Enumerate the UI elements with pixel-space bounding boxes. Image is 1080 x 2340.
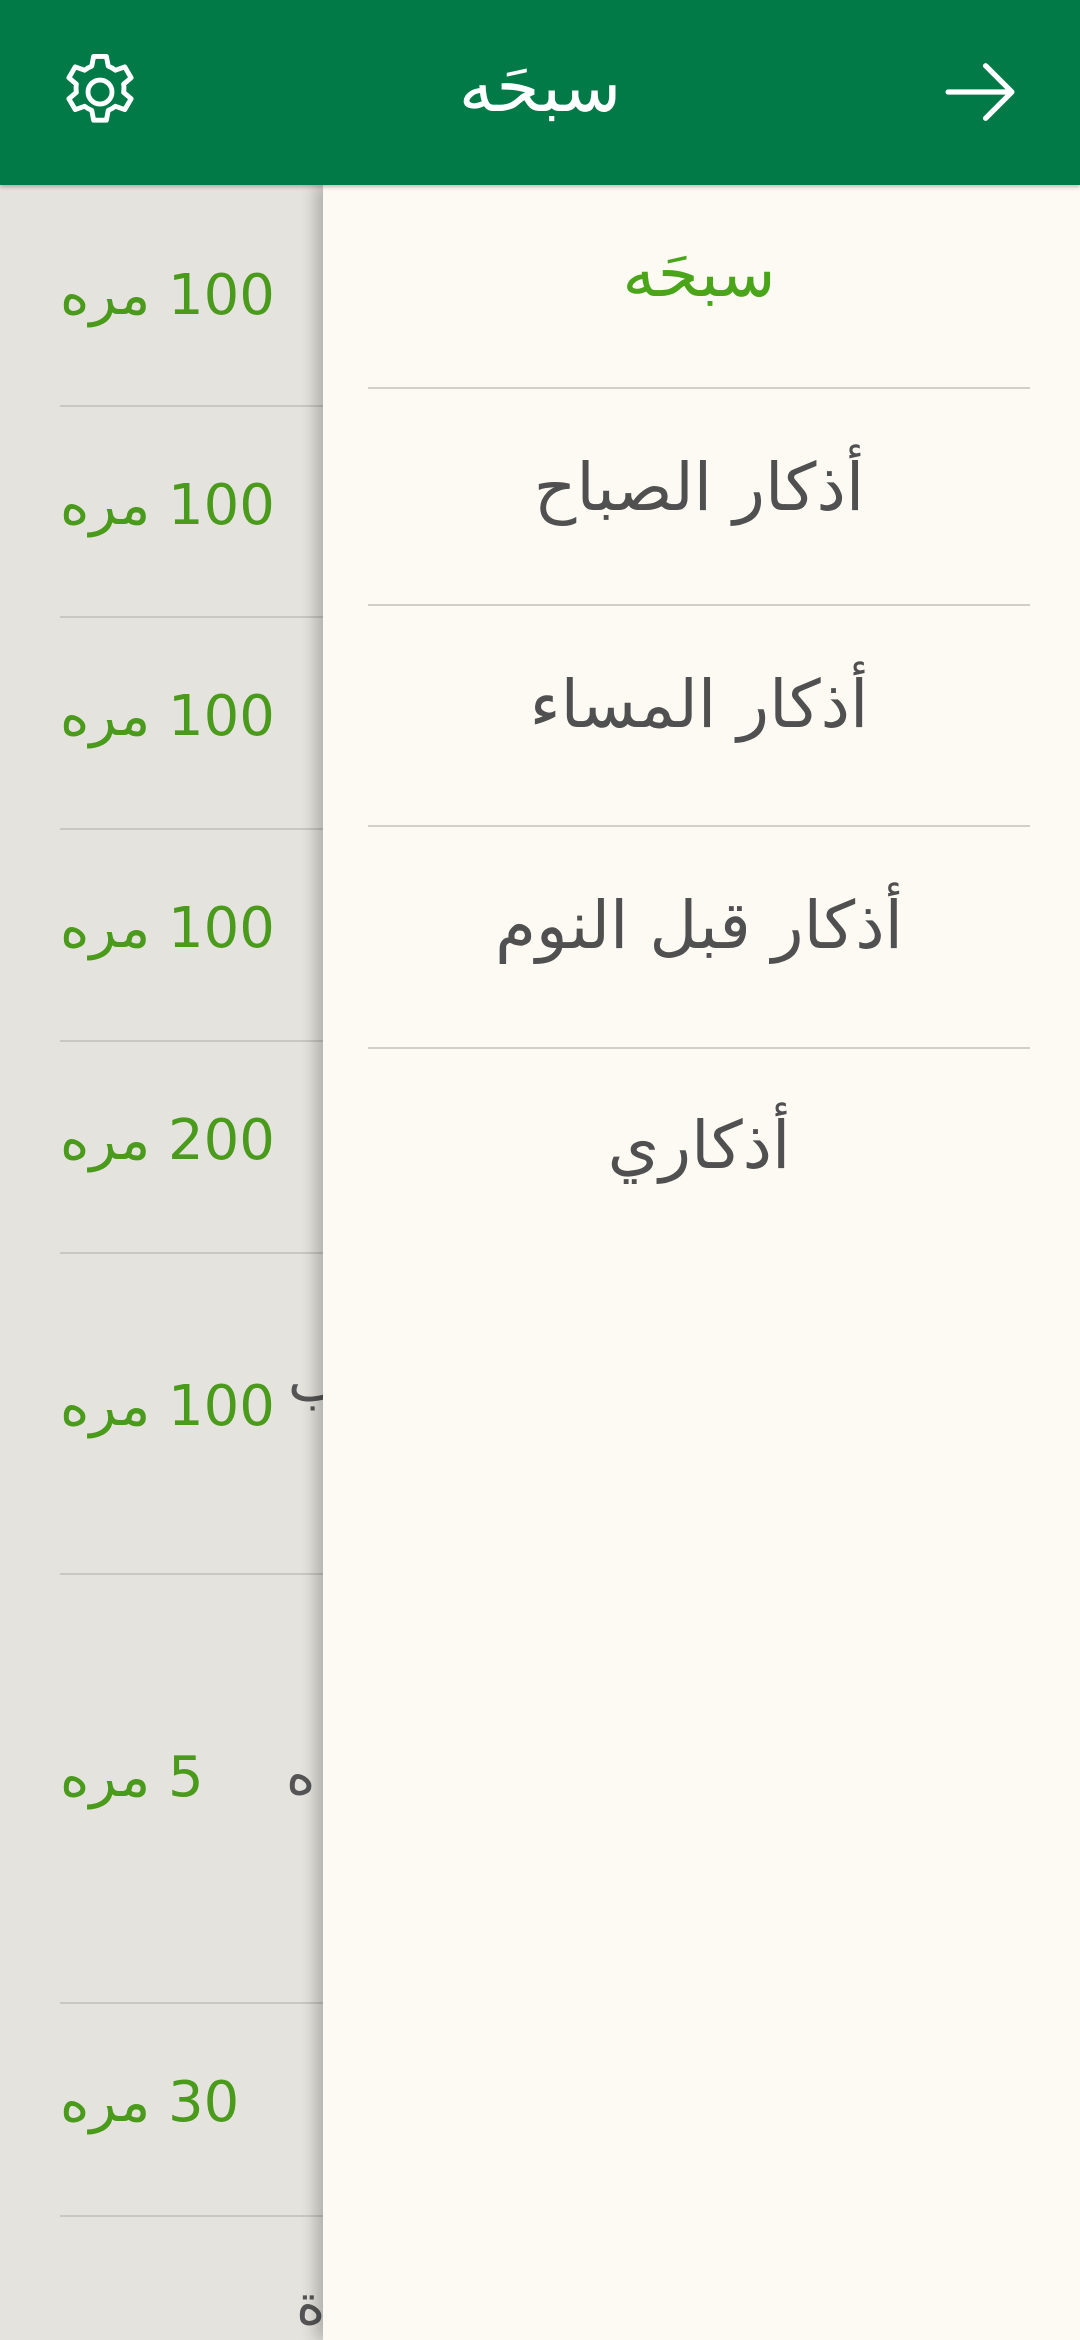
drawer-item-sebha[interactable]: سبحَه bbox=[368, 235, 1030, 312]
drawer-divider bbox=[368, 1047, 1030, 1049]
repeat-count: 100 مره bbox=[60, 896, 275, 961]
drawer-item-my-adhkar[interactable]: أذكاري bbox=[368, 1107, 1030, 1184]
page-title: سبحَه bbox=[458, 46, 622, 128]
repeat-count: 100 مره bbox=[60, 1374, 275, 1439]
repeat-count: 30 مره bbox=[60, 2070, 240, 2135]
drawer-divider bbox=[368, 387, 1030, 389]
drawer-divider bbox=[368, 825, 1030, 827]
arrow-right-icon bbox=[945, 63, 1015, 121]
repeat-count: 200 مره bbox=[60, 1108, 275, 1173]
repeat-count: 100 مره bbox=[60, 263, 275, 328]
repeat-count: 100 مره bbox=[60, 473, 275, 538]
drawer-item-sleep-adhkar[interactable]: أذكار قبل النوم bbox=[368, 887, 1030, 964]
back-button[interactable] bbox=[935, 47, 1025, 137]
drawer-divider bbox=[368, 604, 1030, 606]
navigation-drawer: سبحَه أذكار الصباح أذكار المساء أذكار قب… bbox=[323, 185, 1080, 2340]
dhikr-text-fragment: ه bbox=[286, 1743, 316, 1808]
repeat-count: 5 مره bbox=[60, 1745, 204, 1810]
app-bar: سبحَه bbox=[0, 0, 1080, 185]
dhikr-text-fragment: ة bbox=[296, 2273, 326, 2338]
drawer-item-morning-adhkar[interactable]: أذكار الصباح bbox=[368, 449, 1030, 526]
repeat-count: 100 مره bbox=[60, 684, 275, 749]
drawer-item-evening-adhkar[interactable]: أذكار المساء bbox=[368, 666, 1030, 743]
